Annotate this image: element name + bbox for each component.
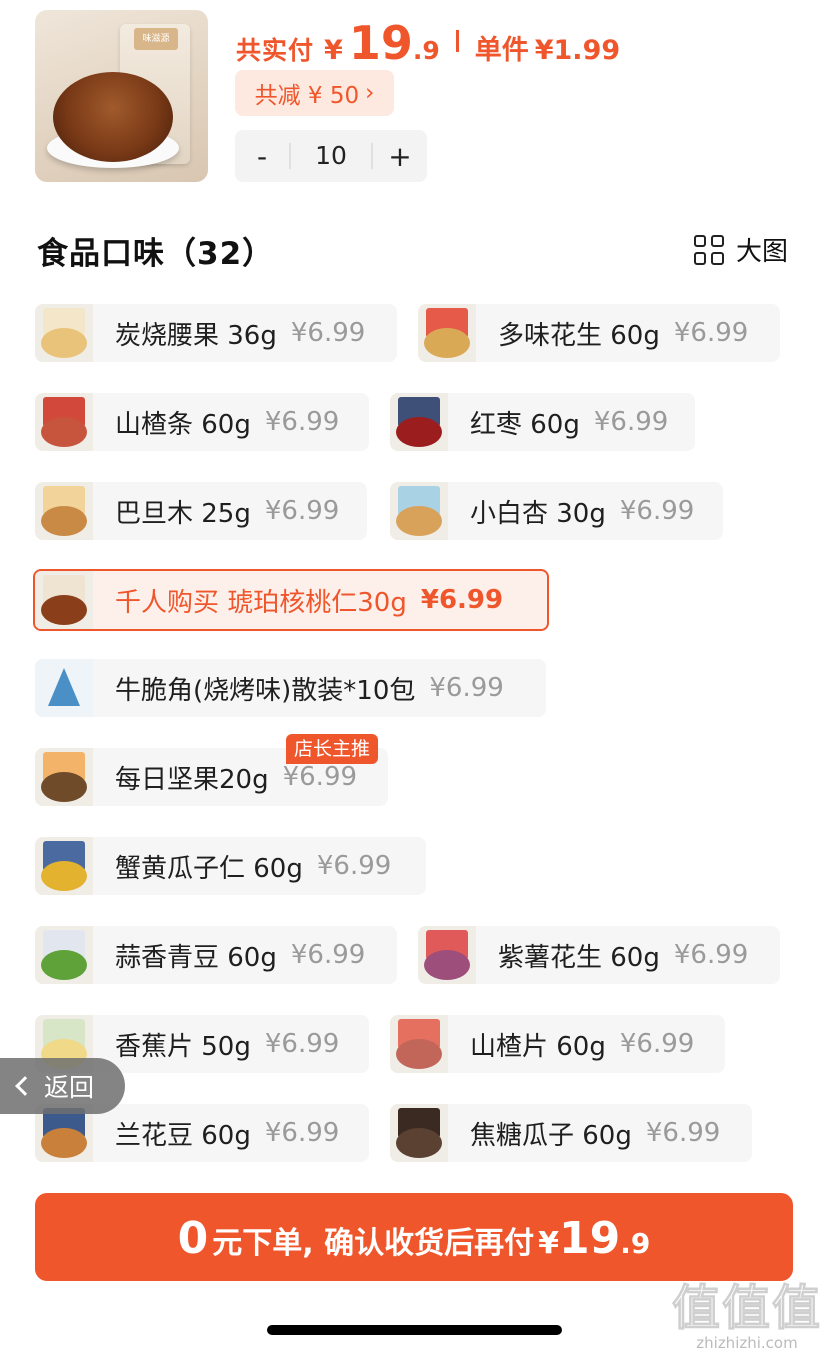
large-view-toggle[interactable]: 大图 (693, 231, 788, 268)
variant-image (390, 393, 448, 451)
variant-chip[interactable]: 蟹黄瓜子仁 60g ¥6.99 (35, 837, 426, 895)
quantity-stepper: - 10 + (235, 130, 427, 182)
variant-name: 蒜香青豆 60g (115, 942, 277, 973)
home-indicator[interactable] (267, 1325, 562, 1335)
variant-image (35, 393, 93, 451)
variant-name: 炭烧腰果 36g (115, 320, 277, 351)
variant-price: ¥6.99 (420, 585, 504, 615)
total-price-integer: 19 (348, 16, 413, 70)
variant-image (35, 748, 93, 806)
variant-image (35, 659, 93, 717)
watermark-logo: 值值值 (671, 1280, 822, 1337)
variant-price: ¥6.99 (593, 407, 669, 437)
variant-price: ¥6.99 (673, 940, 749, 970)
variant-chip[interactable]: 焦糖瓜子 60g ¥6.99 (390, 1104, 752, 1162)
variant-chip[interactable]: 山楂条 60g ¥6.99 (35, 393, 369, 451)
variant-name: 蟹黄瓜子仁 60g (115, 853, 303, 884)
watermark: 值值值 zhizhizhi.com (671, 1268, 822, 1353)
variant-name: 小白杏 30g (470, 498, 606, 529)
variant-name: 紫薯花生 60g (498, 942, 660, 973)
variant-name: 每日坚果20g (115, 764, 269, 795)
unit-label: 单件 (474, 35, 529, 66)
variant-price: ¥6.99 (673, 318, 749, 348)
variant-price: ¥6.99 (316, 851, 392, 881)
unit-price: ¥1.99 (534, 35, 621, 66)
chevron-left-icon (15, 1076, 35, 1096)
variant-image (390, 1015, 448, 1073)
discount-chip[interactable]: 共减 ¥ 50 › (235, 70, 394, 116)
total-label: 共实付 (236, 36, 315, 65)
walnut-image (53, 72, 173, 162)
variant-name: 红枣 60g (470, 409, 580, 440)
variant-price: ¥6.99 (264, 407, 340, 437)
cta-zero: 0 (177, 1213, 209, 1264)
variant-price: ¥6.99 (264, 1029, 340, 1059)
variant-name: 牛脆角(烧烤味)散装*10包 (115, 675, 416, 706)
section-title: 食品口味（32） (37, 236, 275, 272)
variant-name: 千人购买 琥珀核桃仁30g (115, 587, 407, 618)
variant-chip[interactable]: 红枣 60g ¥6.99 (390, 393, 695, 451)
total-currency: ¥ (324, 35, 343, 66)
variant-chip[interactable]: 牛脆角(烧烤味)散装*10包 ¥6.99 (35, 659, 546, 717)
variant-image (418, 926, 476, 984)
variant-price: ¥6.99 (645, 1118, 721, 1148)
variant-name: 香蕉片 50g (115, 1031, 251, 1062)
decrement-button[interactable]: - (235, 130, 289, 182)
variant-chip[interactable]: 巴旦木 25g ¥6.99 (35, 482, 367, 540)
variant-image (35, 926, 93, 984)
quantity-value[interactable]: 10 (289, 143, 373, 169)
variant-image (35, 837, 93, 895)
variant-chip[interactable]: 炭烧腰果 36g ¥6.99 (35, 304, 397, 362)
brand-label: 味滋源 (134, 28, 178, 50)
variant-price: ¥6.99 (264, 496, 340, 526)
variant-image (35, 482, 93, 540)
variant-name: 多味花生 60g (498, 320, 660, 351)
cta-text: 元下单, 确认收货后再付 (212, 1226, 535, 1261)
variant-chip[interactable]: 紫薯花生 60g ¥6.99 (418, 926, 780, 984)
cta-price-decimal: .9 (620, 1227, 651, 1260)
price-summary: 共实付 ¥ 19 .9 单件 ¥1.99 (236, 16, 621, 70)
back-label: 返回 (44, 1073, 95, 1102)
variant-image (418, 304, 476, 362)
variant-name: 巴旦木 25g (115, 498, 251, 529)
view-toggle-label: 大图 (735, 237, 788, 267)
variant-image (390, 1104, 448, 1162)
cta-price-integer: 19 (558, 1213, 621, 1264)
variant-price: ¥6.99 (290, 318, 366, 348)
variant-image (35, 571, 93, 629)
increment-button[interactable]: + (373, 130, 427, 182)
back-button[interactable]: 返回 (0, 1058, 125, 1114)
variant-image (35, 304, 93, 362)
price-divider (455, 30, 459, 52)
cta-currency: ¥ (538, 1226, 559, 1261)
variant-name: 山楂片 60g (470, 1031, 606, 1062)
variant-chip[interactable]: 蒜香青豆 60g ¥6.99 (35, 926, 397, 984)
variant-name: 兰花豆 60g (115, 1120, 251, 1151)
variant-name: 焦糖瓜子 60g (470, 1120, 632, 1151)
variant-price: ¥6.99 (264, 1118, 340, 1148)
variant-image (390, 482, 448, 540)
grid-icon (693, 234, 724, 265)
variant-price: ¥6.99 (282, 762, 358, 792)
total-price-decimal: .9 (412, 36, 440, 65)
variant-price: ¥6.99 (619, 1029, 695, 1059)
variant-chip[interactable]: 小白杏 30g ¥6.99 (390, 482, 723, 540)
recommend-badge: 店长主推 (286, 734, 379, 764)
variant-price: ¥6.99 (619, 496, 695, 526)
variant-chip[interactable]: 多味花生 60g ¥6.99 (418, 304, 780, 362)
variant-price: ¥6.99 (429, 673, 504, 703)
variant-chip-selected[interactable]: 千人购买 琥珀核桃仁30g ¥6.99 (33, 569, 549, 631)
variant-price: ¥6.99 (290, 940, 366, 970)
variant-name: 山楂条 60g (115, 409, 251, 440)
product-thumbnail[interactable]: 味滋源 (35, 10, 208, 182)
variant-chip[interactable]: 山楂片 60g ¥6.99 (390, 1015, 725, 1073)
chevron-right-icon: › (365, 80, 375, 106)
discount-text: 共减 ¥ 50 (254, 83, 360, 109)
